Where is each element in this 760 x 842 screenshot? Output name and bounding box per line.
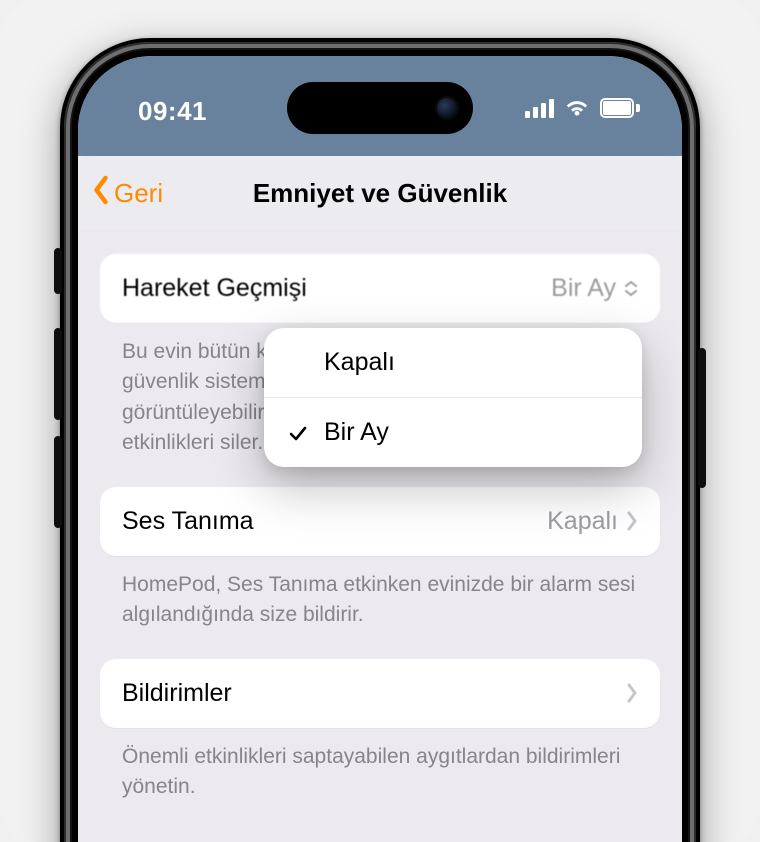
volume-down-button (54, 436, 62, 528)
checkmark-placeholder (286, 351, 310, 375)
menu-item-one-month[interactable]: Bir Ay (264, 397, 642, 467)
dynamic-island (287, 82, 473, 134)
notifications-row[interactable]: Bildirimler (100, 659, 660, 728)
camera-icon (435, 96, 459, 120)
status-time: 09:41 (138, 96, 207, 127)
wifi-icon (564, 98, 590, 118)
activity-history-row[interactable]: Hareket Geçmişi Bir Ay (100, 254, 660, 323)
page-title: Emniyet ve Güvenlik (78, 156, 682, 230)
menu-item-off[interactable]: Kapalı (264, 328, 642, 397)
menu-item-label: Kapalı (324, 348, 395, 377)
device-frame: 09:41 Geri (60, 38, 700, 842)
chevron-right-icon (626, 511, 638, 531)
chevron-up-down-icon (624, 280, 638, 297)
activity-history-value: Bir Ay (551, 274, 638, 303)
sound-recognition-label: Ses Tanıma (122, 507, 254, 536)
status-right (525, 98, 640, 118)
nav-bar: Geri Emniyet ve Güvenlik (78, 156, 682, 230)
notifications-footer: Önemli etkinlikleri saptayabilen aygıtla… (100, 728, 660, 831)
screen: 09:41 Geri (78, 56, 682, 842)
activity-history-label: Hareket Geçmişi (122, 274, 307, 303)
sound-recognition-row[interactable]: Ses Tanıma Kapalı (100, 487, 660, 556)
menu-item-label: Bir Ay (324, 418, 389, 447)
chevron-right-icon (626, 683, 638, 703)
battery-icon (600, 98, 640, 118)
side-button (54, 248, 62, 294)
content: Hareket Geçmişi Bir Ay Bu evin bütün kul… (78, 230, 682, 842)
cellular-icon (525, 98, 554, 118)
checkmark-icon (286, 421, 310, 445)
root: 09:41 Geri (0, 0, 760, 842)
notifications-value (626, 683, 638, 703)
sound-recognition-footer: HomePod, Ses Tanıma etkinken evinizde bi… (100, 556, 660, 659)
notifications-label: Bildirimler (122, 679, 232, 708)
power-button (698, 348, 706, 488)
volume-up-button (54, 328, 62, 420)
activity-history-menu: Kapalı Bir Ay (264, 328, 642, 467)
sound-recognition-value: Kapalı (547, 507, 638, 536)
